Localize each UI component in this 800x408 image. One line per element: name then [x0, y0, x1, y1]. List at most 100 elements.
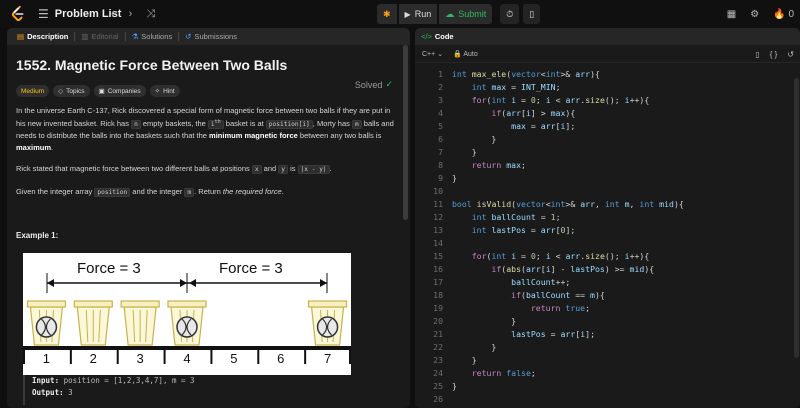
- difficulty-badge[interactable]: Medium: [16, 85, 50, 97]
- code-line[interactable]: 6 }: [415, 132, 800, 145]
- line-content: max = arr[i];: [511, 120, 576, 131]
- line-content: return false;: [471, 367, 536, 378]
- line-content: }: [452, 133, 497, 144]
- line-number: 18: [433, 289, 443, 300]
- layout-grid-icon[interactable]: ▦: [727, 9, 736, 20]
- inline-code: position: [94, 187, 131, 197]
- tag-icon: ◇: [58, 88, 64, 95]
- code-line[interactable]: 17 ballCount++;: [415, 275, 800, 288]
- tab-solutions[interactable]: ⚗ Solutions: [126, 28, 179, 45]
- line-number: 19: [433, 302, 443, 313]
- ruler-tick: [210, 350, 213, 364]
- inline-code: m: [184, 187, 195, 197]
- problem-list-link[interactable]: ☰ Problem List: [38, 0, 121, 28]
- code-line[interactable]: 23 }: [415, 353, 800, 366]
- inline-code: position[i]: [265, 119, 313, 129]
- example-figure: Force = 3 Force = 3 1 2 3 4 5 6 7: [23, 253, 351, 393]
- line-number: 24: [433, 367, 443, 378]
- code-line[interactable]: 8 return max;: [415, 158, 800, 171]
- code-line[interactable]: 19 return true;: [415, 301, 800, 314]
- ruler-tick: [349, 350, 351, 364]
- submit-button[interactable]: ☁ Submit: [439, 4, 493, 24]
- line-content: lastPos = arr[i];: [511, 328, 595, 339]
- code-line[interactable]: 21 lastPos = arr[i];: [415, 327, 800, 340]
- auto-mode[interactable]: 🔒 Auto: [453, 50, 478, 58]
- code-line[interactable]: 20 }: [415, 314, 800, 327]
- code-line[interactable]: 16 if(abs(arr[i] - lastPos) >= mid){: [415, 262, 800, 275]
- code-line[interactable]: 14: [415, 236, 800, 249]
- leetcode-logo-icon[interactable]: [9, 5, 27, 23]
- code-editor[interactable]: 1 int max_ele(vector<int>& arr){2 int max…: [415, 63, 800, 405]
- solved-label: Solved: [354, 79, 383, 90]
- tab-description-label: Description: [27, 32, 69, 41]
- run-button[interactable]: ▶ Run: [398, 4, 438, 24]
- force-label-right: Force = 3: [219, 260, 283, 277]
- tab-submissions[interactable]: ↺ Submissions: [179, 28, 243, 45]
- text: .: [51, 142, 54, 152]
- code-line[interactable]: 1 int max_ele(vector<int>& arr){: [415, 67, 800, 80]
- debug-button[interactable]: ✱: [377, 4, 397, 24]
- notes-button[interactable]: ▯: [523, 4, 541, 24]
- lightbulb-icon: ✧: [154, 88, 161, 95]
- hint-chip[interactable]: ✧ Hint: [149, 85, 180, 97]
- line-number: 25: [433, 380, 443, 391]
- line-number: 8: [438, 159, 443, 170]
- code-line[interactable]: 13 int lastPos = arr[0];: [415, 223, 800, 236]
- description-scrollbar[interactable]: [403, 45, 408, 220]
- inline-code: m: [351, 119, 362, 129]
- code-line[interactable]: 2 int max = INT_MIN;: [415, 80, 800, 93]
- timer-button[interactable]: ⏱: [500, 4, 520, 24]
- line-number: 11: [433, 198, 443, 209]
- prev-problem-icon[interactable]: ‹: [111, 8, 115, 20]
- streak-counter[interactable]: 🔥 0: [773, 9, 794, 20]
- code-line[interactable]: 12 int ballCount = 1;: [415, 210, 800, 223]
- description-paragraph-1: In the universe Earth C-137, Rick discov…: [16, 105, 396, 153]
- code-line[interactable]: 15 for(int i = 0; i < arr.size(); i++){: [415, 249, 800, 262]
- topics-chip[interactable]: ◇ Topics: [53, 85, 90, 97]
- input-label: Input:: [32, 376, 60, 385]
- code-line[interactable]: 25}: [415, 379, 800, 392]
- force-label-left: Force = 3: [77, 260, 141, 277]
- shuffle-icon[interactable]: ⤨: [146, 8, 155, 21]
- code-line[interactable]: 26: [415, 392, 800, 405]
- bold-text: maximum: [16, 142, 52, 152]
- editor-scrollbar[interactable]: [794, 78, 799, 358]
- line-number: 13: [433, 224, 443, 235]
- settings-gear-icon[interactable]: ⚙: [750, 9, 759, 20]
- code-line[interactable]: 10: [415, 184, 800, 197]
- code-line[interactable]: 3 for(int i = 0; i < arr.size(); i++){: [415, 93, 800, 106]
- language-select[interactable]: C++ ⌄: [422, 50, 443, 58]
- code-line[interactable]: 22 }: [415, 340, 800, 353]
- code-line[interactable]: 11 bool isValid(vector<int>& arr, int m, …: [415, 197, 800, 210]
- code-line[interactable]: 4 if(arr[i] > max){: [415, 106, 800, 119]
- code-line[interactable]: 5 max = arr[i];: [415, 119, 800, 132]
- inline-code: |x - y|: [297, 165, 330, 175]
- tab-editorial[interactable]: ▥ Editorial: [75, 28, 124, 45]
- companies-chip[interactable]: ▣ Companies: [93, 85, 146, 97]
- code-line[interactable]: 18 if(ballCount == m){: [415, 288, 800, 301]
- code-tab[interactable]: </> Code: [415, 28, 800, 45]
- inline-code: x: [251, 165, 262, 175]
- note-icon: ▯: [529, 8, 535, 19]
- description-paragraph-3: Given the integer array position and the…: [16, 186, 396, 199]
- reset-icon[interactable]: ↺: [787, 50, 794, 59]
- format-braces-icon[interactable]: { }: [770, 50, 778, 59]
- code-line[interactable]: 9}: [415, 171, 800, 184]
- bug-icon: ✱: [383, 8, 391, 19]
- line-number: 7: [438, 146, 443, 157]
- line-content: }: [452, 146, 477, 157]
- tab-description[interactable]: ▤ Description: [11, 28, 74, 45]
- hint-label: Hint: [163, 87, 175, 95]
- code-line[interactable]: 24 return false;: [415, 366, 800, 379]
- line-number: 16: [433, 263, 443, 274]
- line-content: int ballCount = 1;: [471, 211, 561, 222]
- bookmark-icon[interactable]: ▯: [755, 50, 759, 59]
- next-problem-icon[interactable]: ›: [129, 8, 133, 20]
- auto-label: Auto: [463, 50, 478, 58]
- text: . Return: [194, 186, 223, 196]
- line-content: return true;: [530, 302, 591, 313]
- ruler-tick: [304, 350, 307, 364]
- line-number: 2: [438, 81, 443, 92]
- code-line[interactable]: 7 }: [415, 145, 800, 158]
- book-icon: ▥: [81, 32, 89, 41]
